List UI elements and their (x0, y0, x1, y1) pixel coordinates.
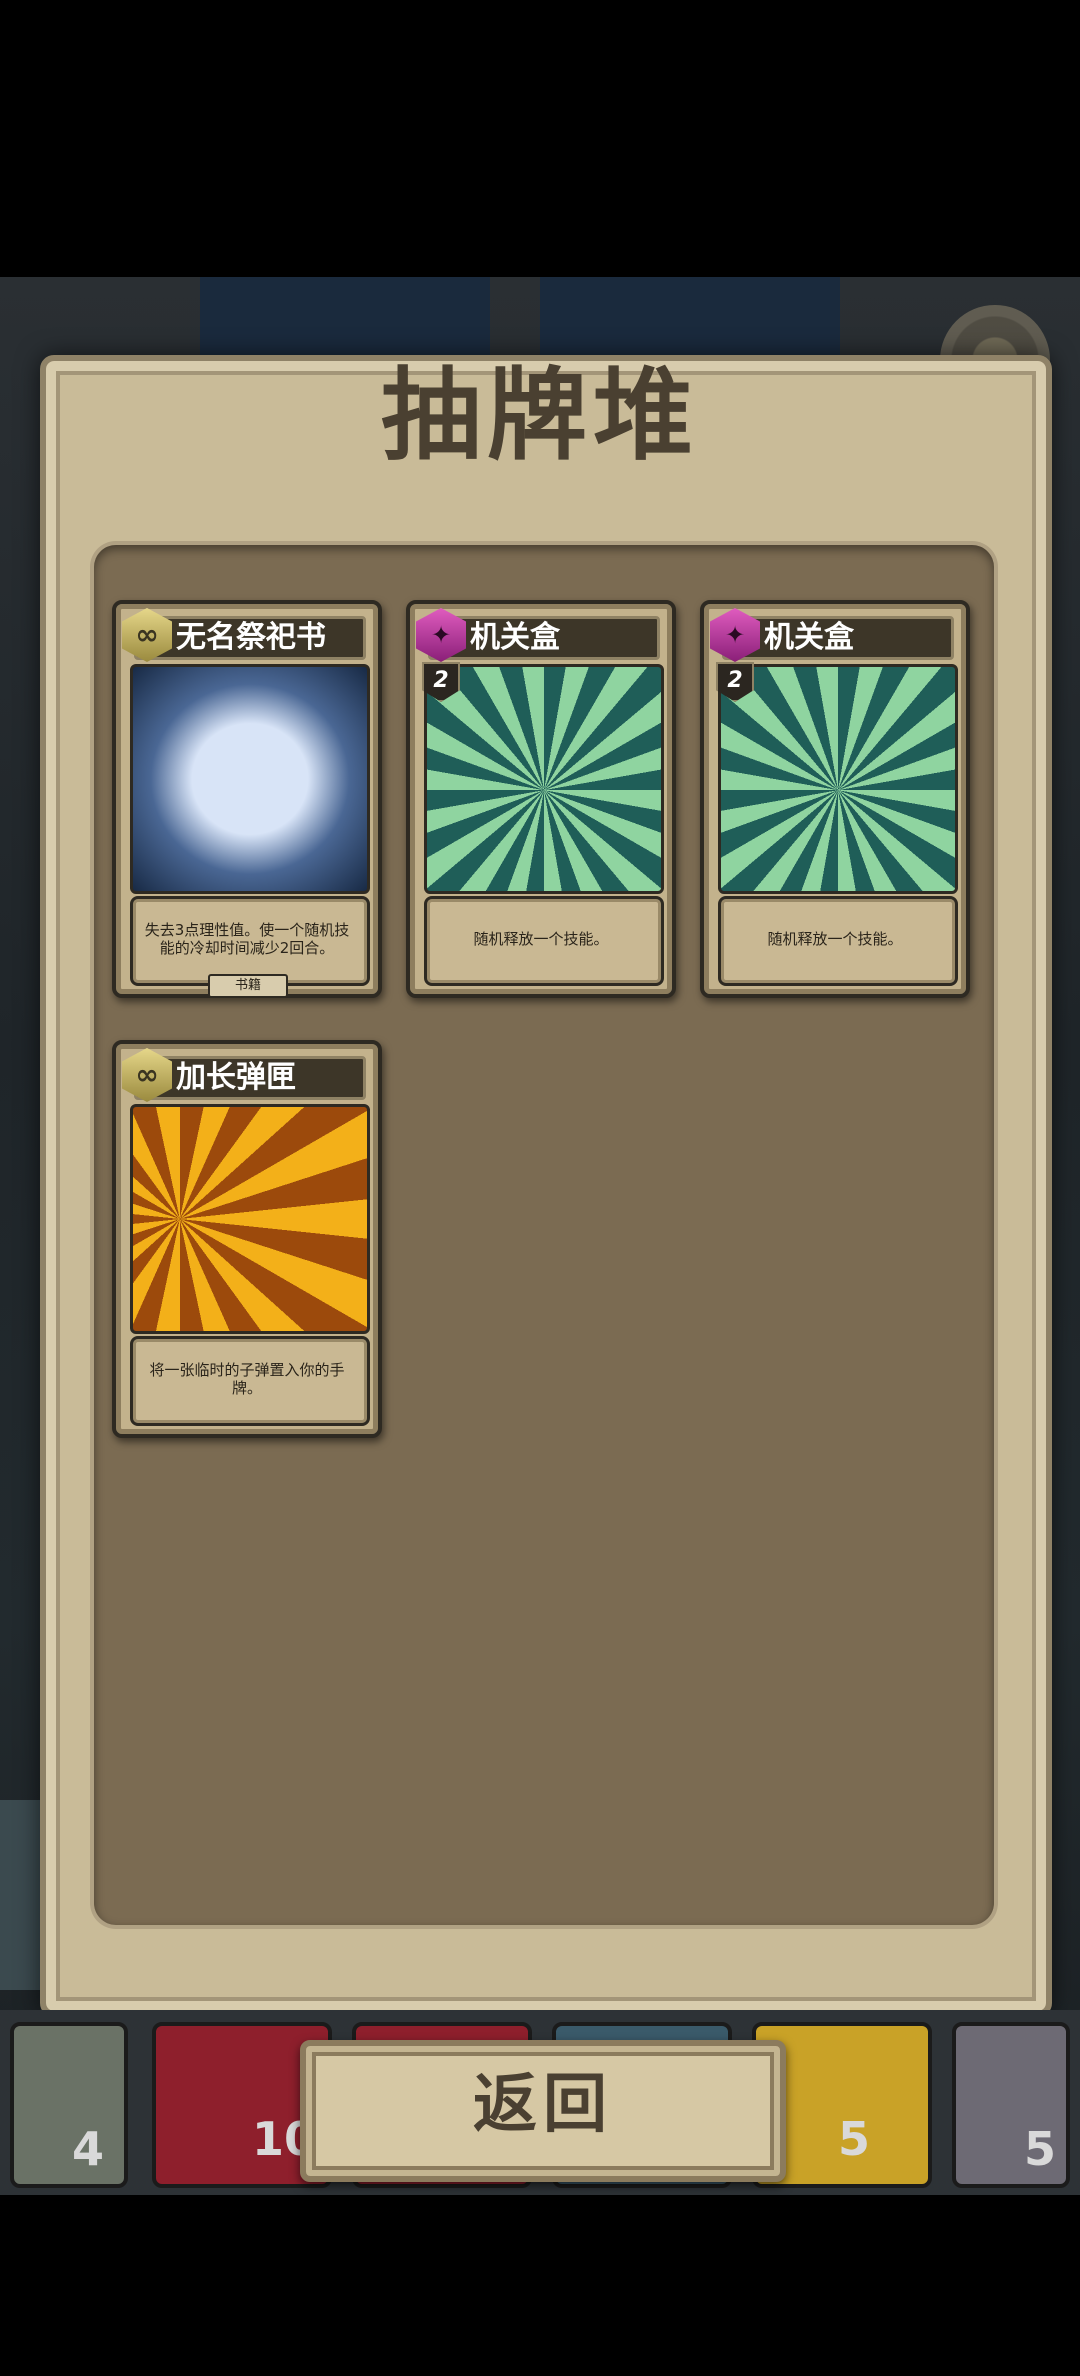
card-name: 无名祭祀书 (176, 620, 326, 655)
left-edge-portrait (0, 1800, 40, 1990)
card-description: 随机释放一个技能。 (473, 930, 609, 948)
card-name: 机关盒 (764, 620, 854, 655)
card[interactable]: 无名祭祀书 ∞ 失去3点理性值。使一个随机技能的冷却时间减少2回合。 书籍 (112, 600, 382, 998)
card-name: 机关盒 (470, 620, 560, 655)
card-tag: 书籍 (208, 974, 288, 998)
card-art (718, 664, 958, 894)
slot-count: 5 (1024, 2122, 1057, 2176)
back-button[interactable]: 返回 (300, 2040, 786, 2182)
card[interactable]: 机关盒 ✦ 2 随机释放一个技能。 (406, 600, 676, 998)
card[interactable]: 机关盒 ✦ 2 随机释放一个技能。 (700, 600, 970, 998)
card-description: 失去3点理性值。使一个随机技能的冷却时间减少2回合。 (144, 921, 350, 957)
card-name: 加长弹匣 (176, 1060, 296, 1095)
card-art (130, 1104, 370, 1334)
deck-question-icon[interactable] (10, 2022, 128, 2188)
panel-title: 抽牌堆 (381, 356, 699, 474)
slot-count: 5 (838, 2112, 871, 2166)
card[interactable]: 加长弹匣 ∞ 将一张临时的子弹置入你的手牌。 (112, 1040, 382, 1438)
card-art (130, 664, 370, 894)
card-description: 随机释放一个技能。 (767, 930, 903, 948)
card-art (424, 664, 664, 894)
slot-count: 4 (72, 2122, 105, 2176)
card-description: 将一张临时的子弹置入你的手牌。 (149, 1361, 345, 1397)
